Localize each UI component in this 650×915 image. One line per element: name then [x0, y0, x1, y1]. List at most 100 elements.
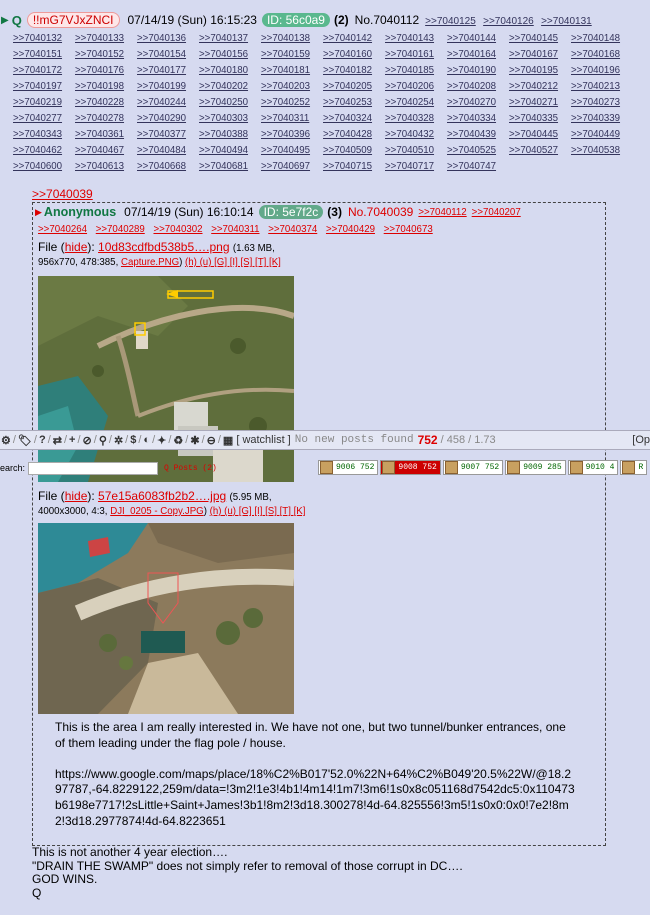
backlink[interactable]: >>7040177 [137, 65, 199, 76]
backlink[interactable]: >>7040510 [385, 145, 447, 156]
backlink[interactable]: >>7040673 [384, 224, 433, 235]
post-menu-arrow-icon[interactable]: ▶ [35, 207, 42, 218]
backlink[interactable]: >>7040212 [509, 81, 571, 92]
poster-id-badge[interactable]: ID: 5e7f2c [258, 205, 324, 219]
backlink[interactable]: >>7040343 [13, 129, 75, 140]
backlink[interactable]: >>7040396 [261, 129, 323, 140]
backlink[interactable]: >>7040361 [75, 129, 137, 140]
quote-link[interactable]: >>7040039 [32, 187, 93, 201]
backlink[interactable]: >>7040277 [13, 113, 75, 124]
backlink[interactable]: >>7040154 [137, 49, 199, 60]
backlink[interactable]: >>7040715 [323, 161, 385, 172]
settings-gear-icon[interactable]: ⚙ [1, 434, 11, 447]
backlink[interactable]: >>7040334 [447, 113, 509, 124]
help-icon[interactable]: ? [39, 434, 46, 446]
backlink[interactable]: >>7040152 [75, 49, 137, 60]
backlink[interactable]: >>7040159 [261, 49, 323, 60]
post-number[interactable]: No.7040039 [348, 205, 413, 219]
hide-link[interactable]: hide [65, 240, 88, 254]
backlink[interactable]: >>7040374 [268, 224, 317, 235]
backlink[interactable]: >>7040335 [509, 113, 571, 124]
thread-tab[interactable]: 9010 4 [567, 460, 619, 475]
backlink[interactable]: >>7040185 [385, 65, 447, 76]
hide-link[interactable]: hide [65, 489, 88, 503]
backlink[interactable]: >>7040445 [509, 129, 571, 140]
backlink[interactable]: >>7040462 [13, 145, 75, 156]
backlink[interactable]: >>7040495 [261, 145, 323, 156]
backlink[interactable]: >>7040143 [385, 33, 447, 44]
original-filename-link[interactable]: DJI_0205 - Copy.JPG [110, 506, 204, 517]
backlink[interactable]: >>7040208 [447, 81, 509, 92]
backlink[interactable]: >>7040339 [571, 113, 633, 124]
backlink[interactable]: >>7040148 [571, 33, 633, 44]
backlink[interactable]: >>7040151 [13, 49, 75, 60]
backlink[interactable]: >>7040156 [199, 49, 261, 60]
dollar-icon[interactable]: $ [130, 434, 136, 446]
backlink[interactable]: >>7040613 [75, 161, 137, 172]
backlink[interactable]: >>7040538 [571, 145, 633, 156]
backlink[interactable]: >>7040228 [75, 97, 137, 108]
backlink[interactable]: >>7040525 [447, 145, 509, 156]
post-number[interactable]: No.7040112 [355, 13, 420, 27]
backlink[interactable]: >>7040197 [13, 81, 75, 92]
recycle-icon[interactable]: ♻ [173, 434, 183, 447]
grid-icon[interactable]: ▦ [223, 434, 233, 447]
thread-tab[interactable]: 9008 752 [380, 460, 441, 475]
backlink[interactable]: >>7040377 [137, 129, 199, 140]
backlink[interactable]: >>7040388 [199, 129, 261, 140]
backlink[interactable]: >>7040144 [447, 33, 509, 44]
backlink[interactable]: >>7040136 [137, 33, 199, 44]
backlink[interactable]: >>7040484 [137, 145, 199, 156]
backlink[interactable]: >>7040527 [509, 145, 571, 156]
search-input[interactable] [28, 461, 159, 475]
search-icon[interactable]: ⚲ [99, 434, 107, 447]
backlink[interactable]: >>7040142 [323, 33, 385, 44]
backlink[interactable]: >>7040180 [199, 65, 261, 76]
shuffle-icon[interactable]: ⇄ [53, 434, 62, 447]
backlink[interactable]: >>7040252 [261, 97, 323, 108]
backlink[interactable]: >>7040600 [13, 161, 75, 172]
backlink[interactable]: >>7040206 [385, 81, 447, 92]
backlink[interactable]: >>7040160 [323, 49, 385, 60]
backlink[interactable]: >>7040311 [261, 113, 323, 124]
backlink[interactable]: >>7040132 [13, 33, 75, 44]
file-link[interactable]: 10d83cdfbd538b5….png [98, 240, 229, 254]
poster-id-badge[interactable]: ID: 56c0a9 [261, 13, 330, 27]
backlink[interactable]: >>7040161 [385, 49, 447, 60]
backlink[interactable]: >>7040172 [13, 65, 75, 76]
satellite-image[interactable] [38, 276, 294, 482]
backlink[interactable]: >>7040432 [385, 129, 447, 140]
backlink[interactable]: >>7040449 [571, 129, 633, 140]
watchlist-link[interactable]: [ watchlist ] [236, 434, 290, 446]
backlink[interactable]: >>7040125 [425, 16, 476, 27]
backlink[interactable]: >>7040509 [323, 145, 385, 156]
backlink[interactable]: >>7040199 [137, 81, 199, 92]
backlink[interactable]: >>7040271 [509, 97, 571, 108]
backlink[interactable]: >>7040273 [571, 97, 633, 108]
thread-tab[interactable]: 9007 752 [442, 460, 504, 475]
backlink[interactable]: >>7040126 [483, 16, 534, 27]
thread-tab[interactable]: 9006 752 [318, 460, 379, 475]
ban-icon[interactable]: ⊘ [83, 434, 92, 447]
backlink[interactable]: >>7040264 [38, 224, 87, 235]
backlink[interactable]: >>7040182 [323, 65, 385, 76]
backlink[interactable]: >>7040250 [199, 97, 261, 108]
backlink[interactable]: >>7040302 [153, 224, 202, 235]
backlink[interactable]: >>7040145 [509, 33, 571, 44]
backlink[interactable]: >>7040467 [75, 145, 137, 156]
backlink[interactable]: >>7040205 [323, 81, 385, 92]
options-link[interactable]: [Op [632, 434, 650, 446]
tag-icon[interactable]: 🏷 [18, 434, 32, 447]
backlink[interactable]: >>7040428 [323, 129, 385, 140]
backlink[interactable]: >>7040164 [447, 49, 509, 60]
backlink[interactable]: >>7040196 [571, 65, 633, 76]
backlink[interactable]: >>7040270 [447, 97, 509, 108]
backlink[interactable]: >>7040213 [571, 81, 633, 92]
backlink[interactable]: >>7040202 [199, 81, 261, 92]
backlink[interactable]: >>7040253 [323, 97, 385, 108]
backlink[interactable]: >>7040137 [199, 33, 261, 44]
backlink[interactable]: >>7040311 [211, 224, 259, 235]
backlink[interactable]: >>7040429 [326, 224, 375, 235]
file-actions[interactable]: (h) (u) [G] [I] [S] [T] [K] [210, 506, 306, 517]
backlink[interactable]: >>7040494 [199, 145, 261, 156]
